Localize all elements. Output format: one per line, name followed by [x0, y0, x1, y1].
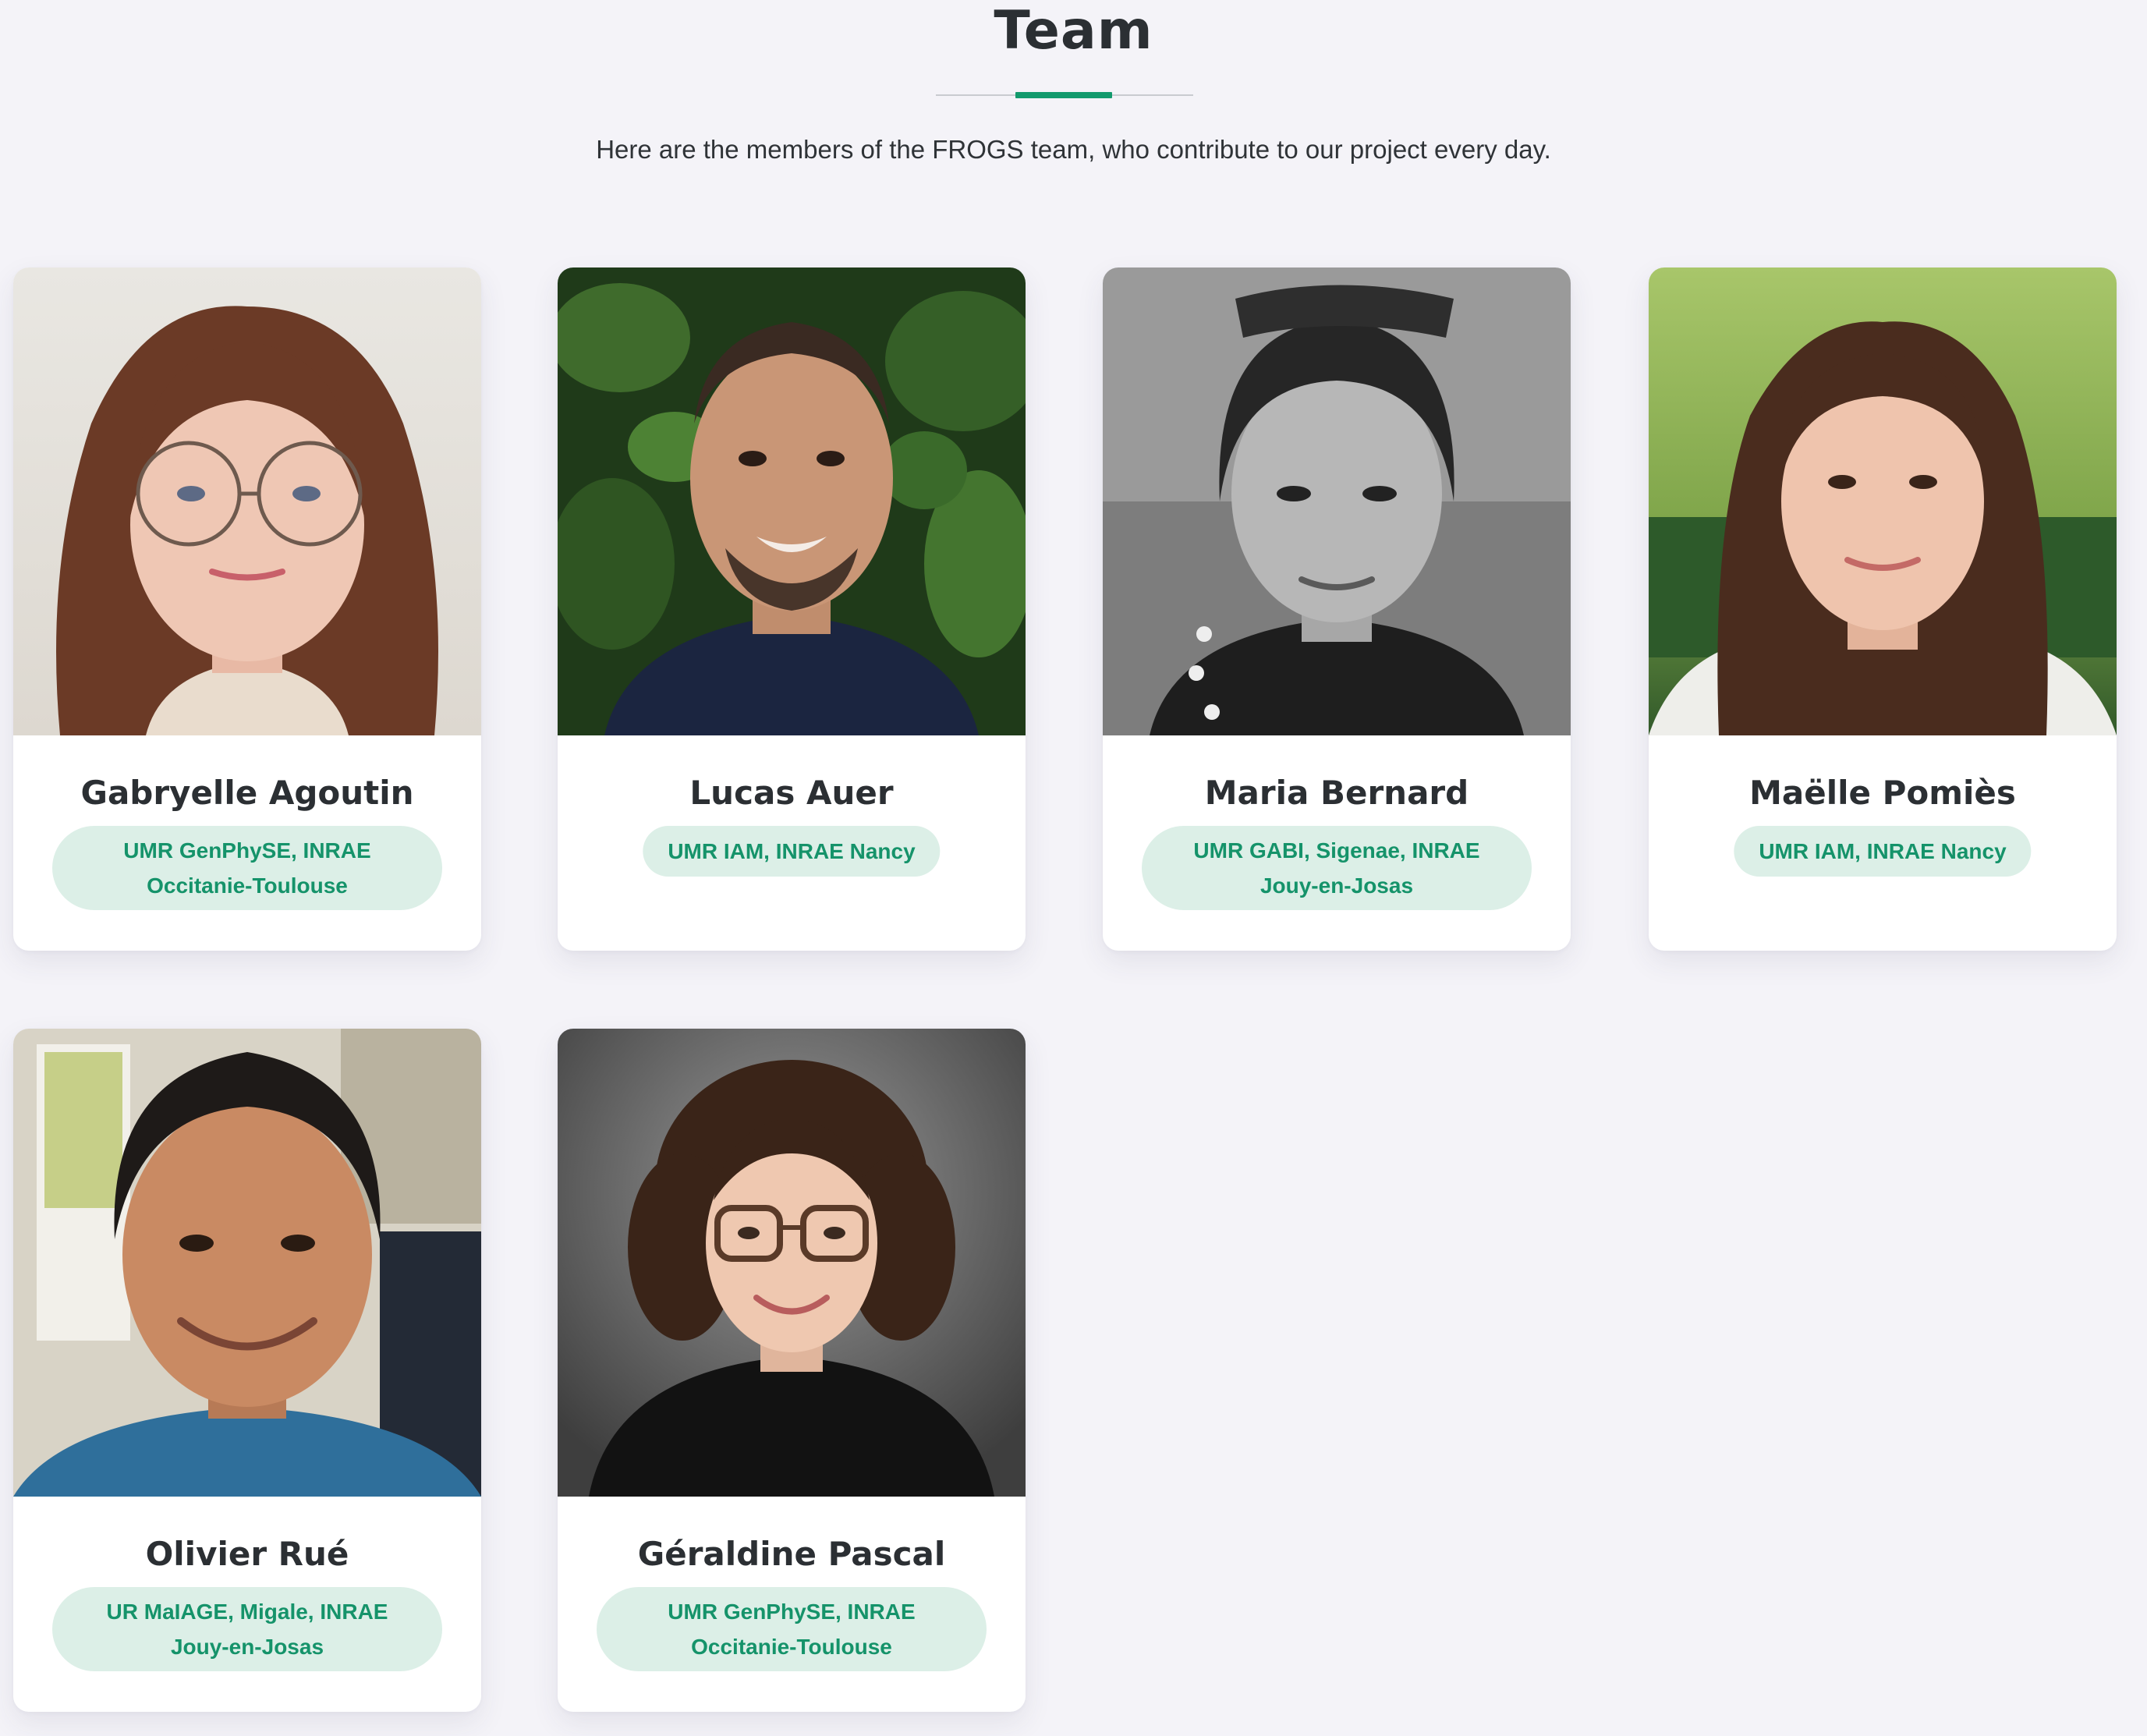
member-name: Géraldine Pascal [637, 1535, 946, 1573]
team-member-card: Gabryelle Agoutin UMR GenPhySE, INRAE Oc… [13, 267, 481, 951]
affiliation-badge: UMR GenPhySE, INRAE Occitanie-Toulouse [52, 826, 442, 910]
affiliation-badge: UMR GenPhySE, INRAE Occitanie-Toulouse [597, 1587, 987, 1671]
member-photo [558, 1029, 1026, 1497]
affiliation-badge: UMR IAM, INRAE Nancy [1734, 826, 2032, 877]
member-photo [1649, 267, 2117, 735]
member-name: Maria Bernard [1204, 774, 1469, 812]
member-name: Lucas Auer [689, 774, 894, 812]
affiliation-badge: UMR GABI, Sigenae, INRAE Jouy-en-Josas [1142, 826, 1532, 910]
team-member-card: Géraldine Pascal UMR GenPhySE, INRAE Occ… [558, 1029, 1026, 1712]
team-member-card: Lucas Auer UMR IAM, INRAE Nancy [558, 267, 1026, 951]
team-member-card: Olivier Rué UR MaIAGE, Migale, INRAE Jou… [13, 1029, 481, 1712]
member-name: Olivier Rué [145, 1535, 349, 1573]
title-divider-accent [1015, 92, 1112, 98]
affiliation-badge: UMR IAM, INRAE Nancy [643, 826, 941, 877]
member-name: Gabryelle Agoutin [80, 774, 414, 812]
member-name: Maëlle Pomiès [1749, 774, 2016, 812]
member-photo [13, 267, 481, 735]
team-member-card: Maria Bernard UMR GABI, Sigenae, INRAE J… [1103, 267, 1571, 951]
section-title: Team [994, 0, 1153, 62]
team-section: Team Here are the members of the FROGS t… [0, 0, 2147, 1736]
affiliation-badge: UR MaIAGE, Migale, INRAE Jouy-en-Josas [52, 1587, 442, 1671]
member-photo [1103, 267, 1571, 735]
member-photo [558, 267, 1026, 735]
team-member-card: Maëlle Pomiès UMR IAM, INRAE Nancy [1649, 267, 2117, 951]
member-photo [13, 1029, 481, 1497]
section-subtitle: Here are the members of the FROGS team, … [596, 135, 1551, 164]
